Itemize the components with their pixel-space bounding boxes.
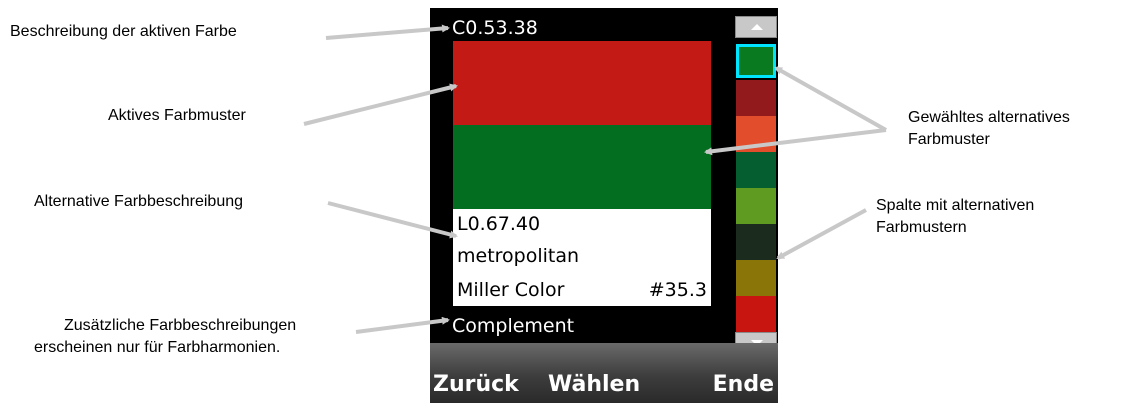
arrow-harmony: [355, 316, 450, 334]
arrow-selected-swatch: [704, 128, 887, 156]
arrow-selected-chip: [774, 66, 887, 132]
arrow-column: [776, 208, 867, 260]
arrow-active-description: [325, 24, 450, 40]
arrow-alt-description: [327, 201, 458, 239]
arrow-active-swatch: [303, 83, 458, 126]
annotation-arrows: [303, 24, 887, 334]
